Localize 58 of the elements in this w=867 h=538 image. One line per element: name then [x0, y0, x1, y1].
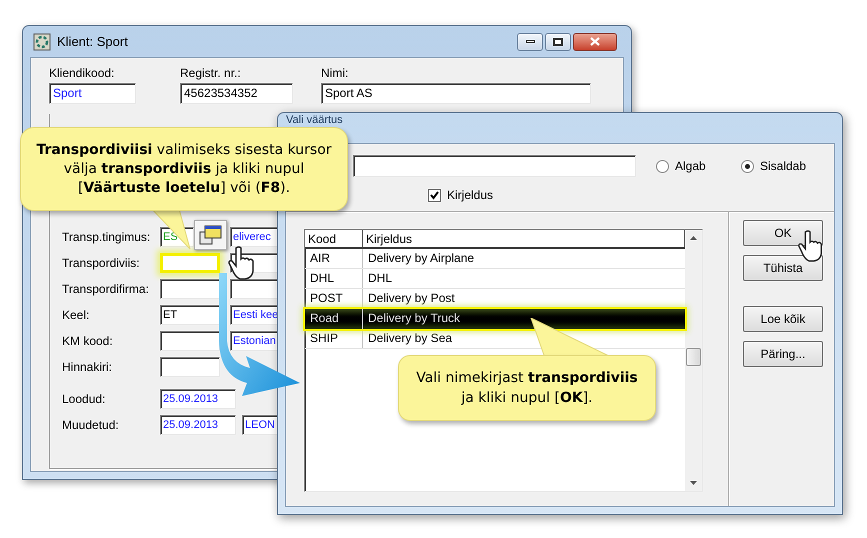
- field-label: KM kood:: [62, 333, 114, 350]
- table-cell: SHIP: [305, 329, 363, 348]
- table-cell: Road: [305, 309, 363, 329]
- input-field[interactable]: Sport: [49, 83, 136, 104]
- list-row[interactable]: Road Delivery by Truck: [305, 309, 685, 329]
- list-row[interactable]: AIR Delivery by Airplane: [305, 249, 685, 269]
- app-icon: [33, 32, 51, 50]
- field-label: Nimi:: [321, 66, 350, 80]
- field-label: Transpordiviis:: [62, 255, 141, 272]
- checkbox[interactable]: [428, 188, 441, 202]
- table-cell-text: Delivery by Post: [367, 290, 456, 307]
- input-field[interactable]: [160, 331, 220, 351]
- column-header[interactable]: Kood: [305, 230, 363, 247]
- close-icon: [590, 37, 600, 46]
- input-field[interactable]: Sport AS: [321, 83, 591, 104]
- table-cell-text: Delivery by Truck: [367, 310, 462, 327]
- maximize-button[interactable]: [545, 32, 571, 50]
- table-cell: AIR: [305, 249, 363, 268]
- input-field[interactable]: ET: [160, 305, 220, 325]
- input-field[interactable]: 45623534352: [180, 83, 293, 104]
- dialog-button[interactable]: Loe kõik: [743, 306, 823, 332]
- field-label: Kliendikood:: [49, 66, 116, 80]
- scroll-up-icon: [690, 236, 697, 240]
- radio-option[interactable]: Sisaldab: [741, 157, 806, 175]
- callout-text: Vali nimekirjast transpordiviis ja kliki nupul [OK].: [415, 369, 639, 408]
- field-label: Keel:: [62, 307, 90, 324]
- dialog-button[interactable]: OK: [743, 220, 823, 246]
- table-cell-text: DHL: [367, 270, 394, 287]
- radio-option[interactable]: Algab: [656, 157, 741, 175]
- table-cell-text: Delivery by Sea: [367, 330, 454, 347]
- field-label: Registr. nr.:: [180, 66, 242, 80]
- check-icon: [430, 190, 439, 200]
- window-title: Vali väärtus: [286, 114, 343, 126]
- dialog-button[interactable]: Tühista: [743, 255, 823, 281]
- minimize-button[interactable]: [517, 32, 543, 50]
- input-field[interactable]: [160, 279, 220, 299]
- input-field[interactable]: 25.09.2013: [160, 389, 236, 409]
- scroll-down-icon: [690, 481, 697, 485]
- input-field[interactable]: 25.09.2013: [160, 415, 236, 435]
- table-cell-text: Delivery by Airplane: [367, 250, 476, 267]
- scrollbar-thumb[interactable]: [686, 348, 701, 366]
- input-field[interactable]: [160, 357, 220, 377]
- field-label: Transp.tingimus:: [62, 229, 152, 246]
- scrollbar[interactable]: [685, 230, 702, 491]
- field-label: Muudetud:: [62, 417, 120, 434]
- list-row[interactable]: DHL DHL: [305, 269, 685, 289]
- field-label: Hinnakiri:: [62, 359, 114, 376]
- lookup-button[interactable]: [194, 220, 227, 250]
- windows-icon: [198, 224, 222, 246]
- filter-field[interactable]: [353, 155, 636, 177]
- window-title: Klient: Sport: [57, 32, 128, 51]
- close-button[interactable]: [573, 32, 617, 50]
- field-label: Transpordifirma:: [62, 281, 150, 298]
- field-label: Loodud:: [62, 391, 106, 408]
- dialog-button[interactable]: Päring...: [743, 341, 823, 367]
- table-cell: DHL: [305, 269, 363, 288]
- callout-text: Transpordiviisi valimiseks sisesta kursor välja transpordiviis ja kliki nupul [Väärtuste loetelu] või (F8).: [35, 140, 333, 198]
- checkbox-label: Kirjeldus: [447, 187, 494, 204]
